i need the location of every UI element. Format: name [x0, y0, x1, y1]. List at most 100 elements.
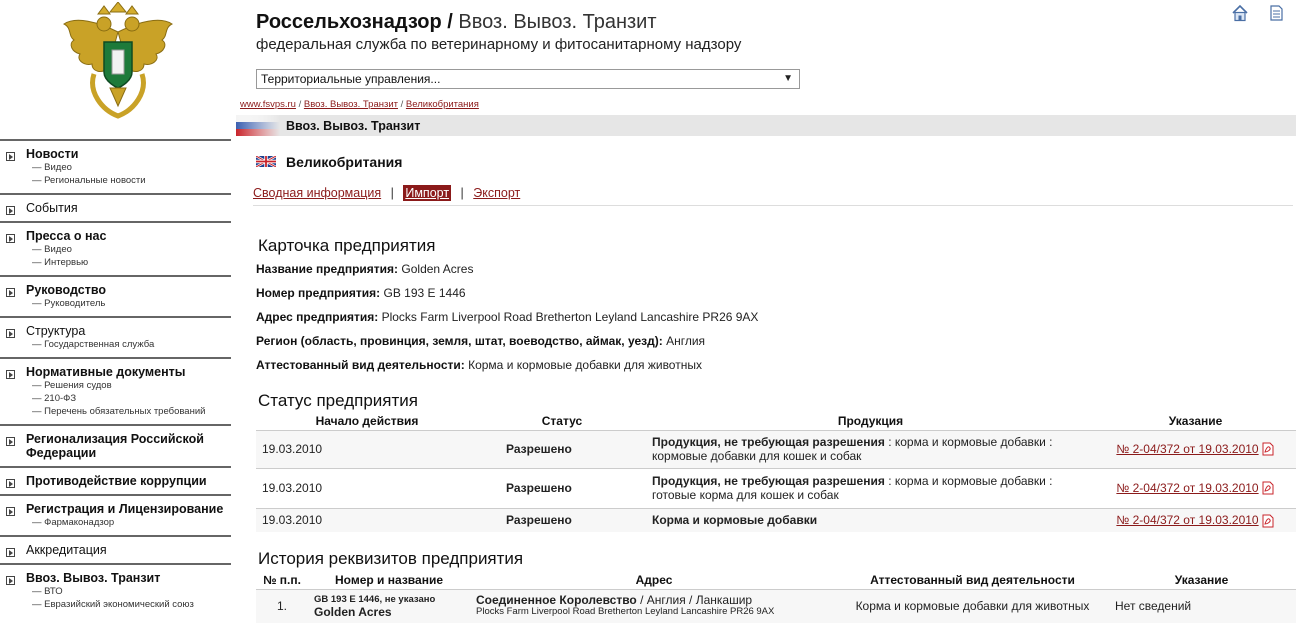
sidebar-subitem[interactable]: — Евразийский экономический союз — [32, 598, 227, 611]
start-date-cell: 19.03.2010 — [256, 507, 478, 532]
column-header: Продукция — [837, 413, 904, 428]
field-label: Адрес предприятия: — [256, 310, 379, 324]
field-value: Корма и кормовые добавки для животных — [468, 358, 702, 372]
pdf-icon[interactable] — [1261, 481, 1275, 495]
field-value: Golden Acres — [401, 262, 474, 276]
sidebar-item-label[interactable]: Пресса о нас — [26, 229, 227, 243]
sidebar-item[interactable]: Ввоз. Вывоз. Транзит — ВТО — Евразийский э… — [0, 563, 231, 617]
field-label: Регион (область, провинция, земля, штат,… — [256, 334, 663, 348]
site-subtitle: федеральная служба по ветеринарному и фи… — [256, 36, 742, 53]
sidebar-item-label[interactable]: Структура — [26, 324, 227, 338]
sidebar-item-label[interactable]: Противодействие коррупции — [26, 474, 227, 488]
home-icon[interactable] — [1231, 4, 1249, 22]
sidebar-item-label[interactable]: Аккредитация — [26, 543, 227, 557]
site-title: Россельхознадзор / Ввоз. Вывоз. Транзит — [256, 10, 657, 34]
column-header: Указание — [1174, 572, 1229, 587]
section-header-bar: Ввоз. Вывоз. Транзит — [236, 115, 1296, 136]
status-title: Статус предприятия — [258, 391, 418, 410]
document-link[interactable]: № 2-04/372 от 19.03.2010 — [1116, 513, 1258, 527]
tabs-divider — [253, 205, 1293, 206]
column-header: Адрес — [635, 572, 673, 587]
sidebar-item-label[interactable]: Ввоз. Вывоз. Транзит — [26, 571, 227, 585]
sidebar-subitem[interactable]: — 210-ФЗ — [32, 392, 227, 405]
tab-summary[interactable]: Сводная информация — [253, 186, 381, 200]
sidebar-subitem[interactable]: — Руководитель — [32, 297, 227, 310]
region-select-value: Территориальные управления... — [261, 72, 441, 86]
sidebar-item[interactable]: Новости — Видео — Региональные новости — [0, 139, 231, 193]
sidebar-subitem[interactable]: — Интервью — [32, 256, 227, 269]
bullet-arrow-icon — [6, 234, 15, 243]
tab-import[interactable]: Импорт — [403, 185, 452, 201]
history-title: История реквизитов предприятия — [258, 549, 524, 568]
sidebar-item-label[interactable]: Руководство — [26, 283, 227, 297]
status-cell: Разрешено — [478, 429, 646, 468]
bullet-arrow-icon — [6, 437, 15, 446]
russia-flag-icon — [236, 115, 280, 136]
column-header: Указание — [1168, 413, 1223, 428]
table-row: 19.03.2010 Разрешено Продукция, не требующ… — [256, 429, 1296, 468]
field-label: Номер предприятия: — [256, 286, 381, 300]
sidebar-item[interactable]: Противодействие коррупции — [0, 466, 231, 494]
pdf-icon[interactable] — [1261, 442, 1275, 456]
section-bar-title: Ввоз. Вывоз. Транзит — [286, 119, 421, 133]
enterprise-address-field: Адрес предприятия: Plocks Farm Liverpool… — [256, 310, 758, 324]
breadcrumb-country-link[interactable]: Великобритания — [406, 99, 479, 110]
sidebar-subitem[interactable]: — Перечень обязательных требований — [32, 405, 227, 418]
column-header: Начало действия — [315, 413, 419, 428]
sidebar-item-label[interactable]: Регистрация и Лицензирование — [26, 502, 227, 516]
column-header: Номер и название — [335, 572, 443, 587]
activity-cell: Корма и кормовые добавки для животных — [838, 588, 1107, 623]
sidebar-subitem[interactable]: — ВТО — [32, 585, 227, 598]
address-country: Соединенное Королевство — [476, 593, 637, 608]
sidebar-item[interactable]: Пресса о нас — Видео — Интервью — [0, 221, 231, 275]
sidebar-item[interactable]: Аккредитация — [0, 535, 231, 563]
country-title: Великобритания — [286, 154, 403, 170]
product-cell: Продукция, не требующая разрешения : кор… — [646, 429, 1095, 468]
sidebar-subitem[interactable]: — Фармаконадзор — [32, 516, 227, 529]
row-number-cell: 1. — [256, 588, 308, 623]
sidebar-subitem[interactable]: — Решения судов — [32, 379, 227, 392]
number-name-cell: GB 193 E 1446, не указано Golden Acres — [308, 588, 470, 623]
bullet-arrow-icon — [6, 479, 15, 488]
coat-of-arms-logo[interactable] — [58, 2, 178, 122]
sidebar-item-label[interactable]: Новости — [26, 147, 227, 161]
breadcrumb-home-link[interactable]: www.fsvps.ru — [240, 99, 296, 110]
sidebar-subitem[interactable]: — Видео — [32, 161, 227, 174]
sidebar-item[interactable]: События — [0, 193, 231, 221]
sidebar-subitem[interactable]: — Видео — [32, 243, 227, 256]
sidebar-item-label[interactable]: События — [26, 201, 227, 215]
uk-flag-icon — [256, 156, 276, 167]
site-brand[interactable]: Россельхознадзор — [256, 11, 442, 33]
document-link[interactable]: № 2-04/372 от 19.03.2010 — [1116, 481, 1258, 495]
start-date-cell: 19.03.2010 — [256, 429, 478, 468]
sidebar-nav: Новости — Видео — Региональные новости Собы… — [0, 139, 231, 617]
bullet-arrow-icon — [6, 288, 15, 297]
field-value: Plocks Farm Liverpool Road Bretherton Le… — [381, 310, 759, 324]
product-category: Продукция, не требующая разрешения — [652, 435, 885, 449]
regional-offices-select[interactable]: Территориальные управления... ▼ — [256, 69, 800, 89]
sidebar-item-label[interactable]: Регионализация Российской Федерации — [26, 432, 227, 460]
sidebar-item[interactable]: Структура — Государственная служба — [0, 316, 231, 357]
bullet-arrow-icon — [6, 152, 15, 161]
bullet-arrow-icon — [6, 548, 15, 557]
document-icon[interactable] — [1270, 5, 1283, 21]
enterprise-number-field: Номер предприятия: GB 193 E 1446 — [256, 286, 466, 300]
sidebar-item-label[interactable]: Нормативные документы — [26, 365, 227, 379]
sidebar-subitem[interactable]: — Региональные новости — [32, 174, 227, 187]
document-link[interactable]: № 2-04/372 от 19.03.2010 — [1116, 442, 1258, 456]
document-cell: № 2-04/372 от 19.03.2010 — [1095, 507, 1296, 532]
product-cell: Продукция, не требующая разрешения : кор… — [646, 467, 1095, 508]
sidebar-item[interactable]: Регионализация Российской Федерации — [0, 424, 231, 466]
product-cell: Корма и кормовые добавки — [646, 507, 1095, 532]
column-header: № п.п. — [263, 572, 301, 587]
breadcrumb-section-link[interactable]: Ввоз. Вывоз. Транзит — [304, 99, 398, 110]
status-table: Начало действия Статус Продукция Указани… — [256, 412, 1296, 532]
start-date-cell: 19.03.2010 — [256, 467, 478, 508]
sidebar-subitem[interactable]: — Государственная служба — [32, 338, 227, 351]
tab-export[interactable]: Экспорт — [473, 186, 520, 200]
sidebar-item[interactable]: Нормативные документы — Решения судов — 21… — [0, 357, 231, 424]
pdf-icon[interactable] — [1261, 514, 1275, 528]
product-category: Корма и кормовые добавки — [652, 513, 818, 528]
sidebar-item[interactable]: Руководство — Руководитель — [0, 275, 231, 316]
sidebar-item[interactable]: Регистрация и Лицензирование — Фармаконад… — [0, 494, 231, 535]
